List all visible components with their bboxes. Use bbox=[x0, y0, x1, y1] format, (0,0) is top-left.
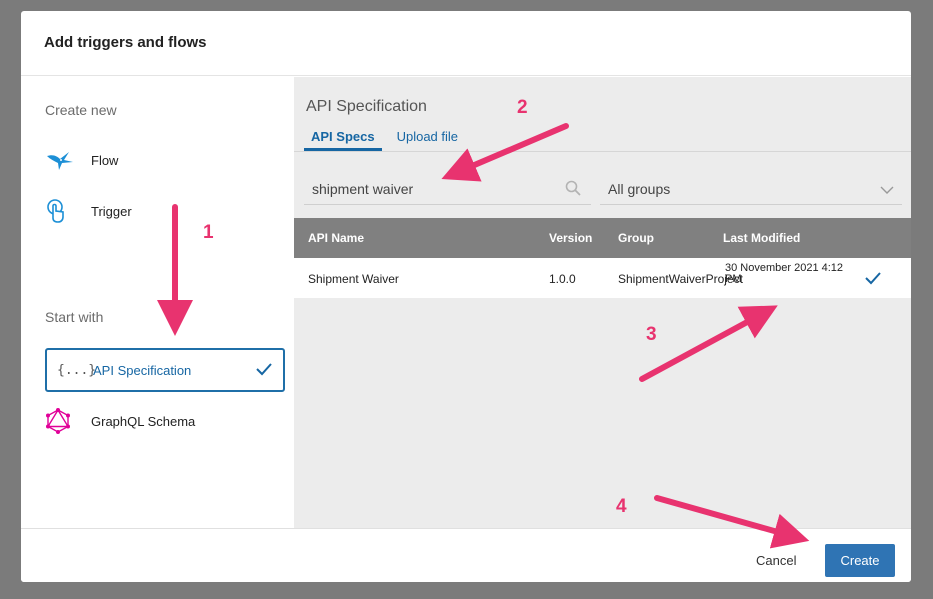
tap-hand-icon bbox=[45, 198, 91, 224]
left-pane: Create new Flow Trigger Start with {...}… bbox=[21, 77, 294, 528]
curly-braces-icon: {...} bbox=[47, 362, 97, 378]
api-specification-label: API Specification bbox=[93, 362, 192, 378]
step-number-1: 1 bbox=[203, 222, 214, 243]
search-value: shipment waiver bbox=[312, 181, 414, 197]
row-last-modified-time: PM bbox=[725, 273, 742, 285]
row-last-modified-date: 30 November 2021 4:12 bbox=[725, 262, 844, 274]
column-group[interactable]: Group bbox=[618, 231, 654, 245]
search-icon[interactable] bbox=[565, 180, 581, 201]
create-flow-option[interactable]: Flow bbox=[45, 138, 285, 182]
graphql-schema-option[interactable]: GraphQL Schema bbox=[45, 399, 285, 443]
chevron-down-icon bbox=[880, 182, 894, 200]
graphql-schema-label: GraphQL Schema bbox=[91, 413, 196, 429]
check-icon bbox=[255, 361, 273, 382]
search-input[interactable]: shipment waiver bbox=[304, 173, 591, 205]
start-with-label: Start with bbox=[45, 309, 104, 325]
step-number-3: 3 bbox=[646, 324, 657, 345]
table-row[interactable]: Shipment Waiver 1.0.0 ShipmentWaiverProj… bbox=[294, 258, 911, 298]
curly-braces-text: {...} bbox=[57, 362, 97, 378]
row-version: 1.0.0 bbox=[549, 272, 576, 286]
tabs: API Specs Upload file bbox=[304, 129, 473, 151]
group-select-value: All groups bbox=[608, 181, 671, 197]
tabs-divider bbox=[294, 151, 911, 152]
column-version[interactable]: Version bbox=[549, 231, 592, 245]
column-last-modified[interactable]: Last Modified bbox=[723, 231, 800, 245]
dialog-header: Add triggers and flows bbox=[21, 11, 911, 76]
add-triggers-dialog: Add triggers and flows Create new Flow T… bbox=[21, 11, 911, 582]
create-button[interactable]: Create bbox=[825, 544, 895, 577]
row-selected-check-icon bbox=[864, 270, 882, 289]
api-specification-title: API Specification bbox=[306, 98, 427, 115]
create-new-label: Create new bbox=[45, 102, 117, 118]
step-number-4: 4 bbox=[616, 496, 627, 517]
dialog-title: Add triggers and flows bbox=[44, 34, 207, 51]
right-pane: API Specification API Specs Upload file … bbox=[294, 77, 911, 528]
api-specification-option[interactable]: {...} API Specification bbox=[45, 348, 285, 392]
column-api-name[interactable]: API Name bbox=[308, 231, 364, 245]
cancel-button[interactable]: Cancel bbox=[756, 553, 796, 568]
create-trigger-option[interactable]: Trigger bbox=[45, 189, 285, 233]
tab-api-specs[interactable]: API Specs bbox=[304, 129, 382, 151]
row-last-modified: 30 November 2021 4:12 PM bbox=[725, 263, 857, 285]
dialog-footer: Cancel Create bbox=[21, 528, 911, 582]
graphql-icon bbox=[45, 408, 91, 434]
group-select[interactable]: All groups bbox=[600, 173, 902, 205]
row-api-name: Shipment Waiver bbox=[308, 272, 399, 286]
table-header: API Name Version Group Last Modified bbox=[294, 218, 911, 258]
step-number-2: 2 bbox=[517, 97, 528, 118]
flow-label: Flow bbox=[91, 152, 119, 168]
hummingbird-icon bbox=[45, 148, 91, 172]
trigger-label: Trigger bbox=[91, 203, 132, 219]
tab-upload-file[interactable]: Upload file bbox=[390, 129, 465, 151]
